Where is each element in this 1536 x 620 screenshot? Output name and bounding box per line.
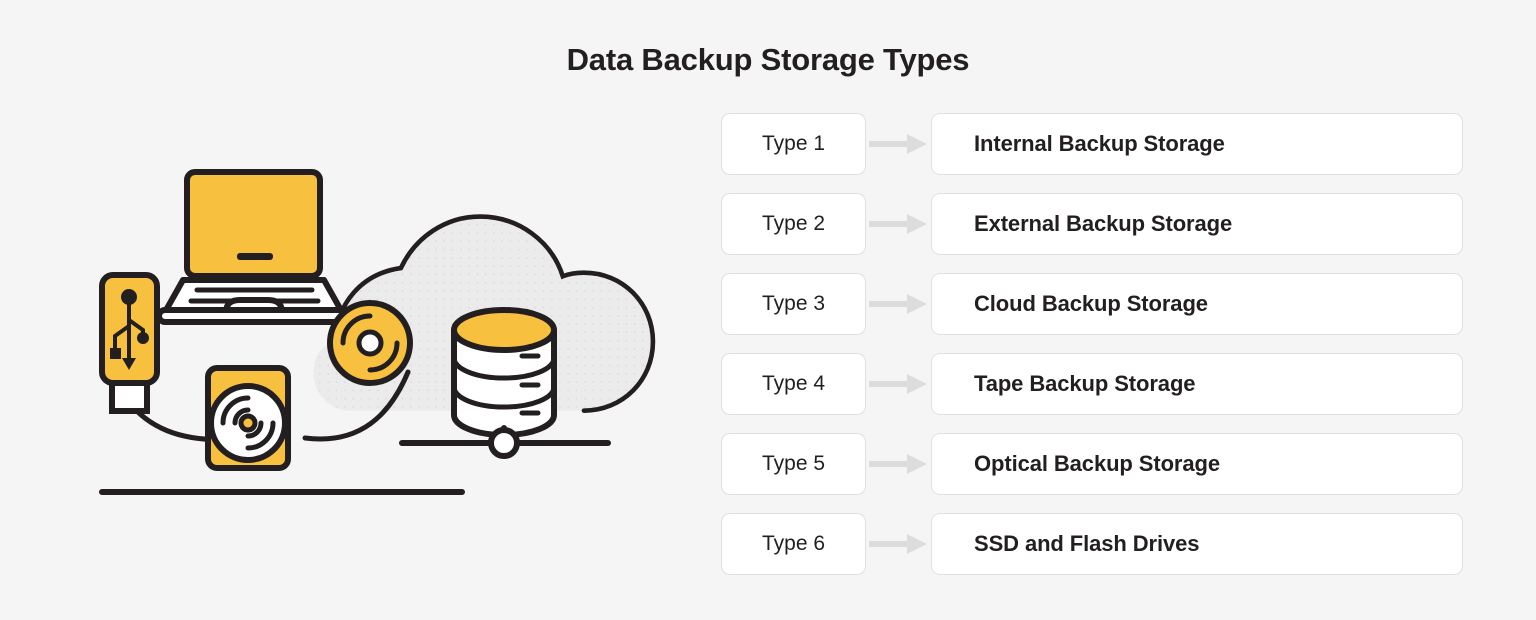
arrow-right-icon (866, 433, 931, 495)
list-item: Type 5 Optical Backup Storage (721, 433, 1463, 495)
list-item: Type 6 SSD and Flash Drives (721, 513, 1463, 575)
arrow-right-icon (866, 273, 931, 335)
type-label-box[interactable]: Type 2 (721, 193, 866, 255)
storage-type-label[interactable]: Tape Backup Storage (931, 353, 1463, 415)
type-label-box[interactable]: Type 5 (721, 433, 866, 495)
backup-storage-illustration (60, 140, 680, 540)
type-label-box[interactable]: Type 4 (721, 353, 866, 415)
optical-disc-icon (327, 300, 413, 386)
list-item: Type 2 External Backup Storage (721, 193, 1463, 255)
arrow-right-icon (866, 113, 931, 175)
storage-type-label[interactable]: SSD and Flash Drives (931, 513, 1463, 575)
storage-types-list: Type 1 Internal Backup Storage Type 2 Ex… (721, 113, 1463, 575)
arrow-right-icon (866, 193, 931, 255)
list-item: Type 4 Tape Backup Storage (721, 353, 1463, 415)
storage-type-label[interactable]: External Backup Storage (931, 193, 1463, 255)
network-node-icon (399, 425, 611, 459)
type-label-box[interactable]: Type 1 (721, 113, 866, 175)
storage-type-label[interactable]: Optical Backup Storage (931, 433, 1463, 495)
storage-type-label[interactable]: Internal Backup Storage (931, 113, 1463, 175)
database-server-icon (451, 307, 557, 438)
list-item: Type 1 Internal Backup Storage (721, 113, 1463, 175)
laptop-icon (156, 169, 352, 325)
page-title: Data Backup Storage Types (566, 42, 970, 77)
type-label-box[interactable]: Type 3 (721, 273, 866, 335)
type-label-box[interactable]: Type 6 (721, 513, 866, 575)
arrow-right-icon (866, 353, 931, 415)
storage-type-label[interactable]: Cloud Backup Storage (931, 273, 1463, 335)
infographic-canvas: Data Backup Storage Types Type 1 Interna… (0, 0, 1536, 620)
sd-card-disc-icon (205, 365, 291, 471)
arrow-right-icon (866, 513, 931, 575)
list-item: Type 3 Cloud Backup Storage (721, 273, 1463, 335)
usb-flash-drive-icon (99, 272, 160, 414)
